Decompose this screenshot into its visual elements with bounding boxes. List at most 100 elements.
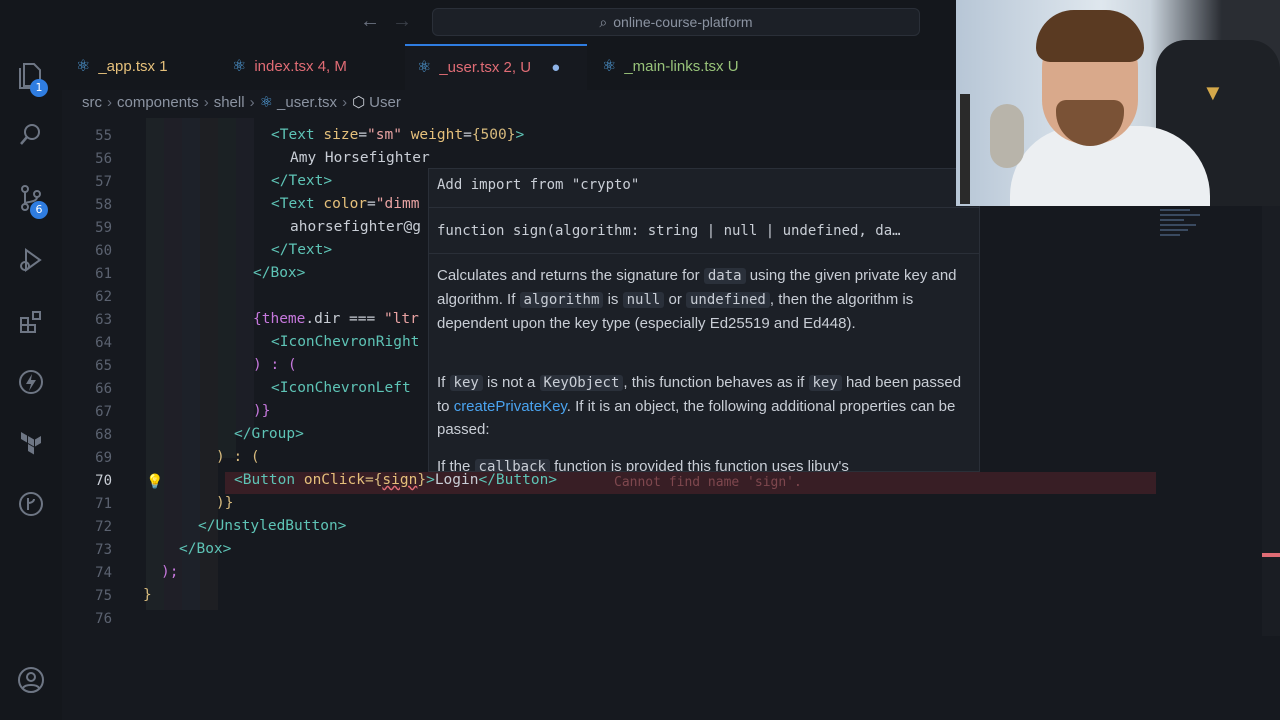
inline-error-message: Cannot find name 'sign'.	[614, 475, 802, 490]
webcam-overlay: ▼	[956, 0, 1280, 206]
line-number: 69	[95, 450, 112, 466]
code-line: </Box>	[179, 541, 232, 557]
lightning-icon[interactable]	[15, 366, 47, 398]
line-number: 74	[95, 565, 112, 581]
code-line: </Text>	[271, 173, 333, 189]
divider	[429, 253, 979, 254]
minimap[interactable]	[1160, 206, 1216, 256]
line-number: 73	[95, 542, 112, 558]
hover-tooltip: Add import from "crypto" function sign(a…	[428, 168, 980, 472]
tab-app[interactable]: ⚛ _app.tsx 1	[64, 44, 204, 90]
forward-arrow-icon[interactable]: →	[392, 10, 424, 32]
line-number: 58	[95, 197, 112, 213]
explorer-badge: 1	[30, 79, 48, 97]
vertical-scrollbar[interactable]	[1262, 206, 1280, 636]
indent-band	[146, 118, 164, 610]
divider	[429, 207, 979, 208]
microphone-icon	[990, 104, 1024, 168]
chevron-right-icon: ›	[249, 94, 255, 111]
lightbulb-icon[interactable]: 💡	[146, 473, 163, 490]
unsaved-dot-icon[interactable]: ●	[551, 59, 560, 76]
code-line: );	[161, 564, 179, 580]
line-number: 56	[95, 151, 112, 167]
code-line: <IconChevronLeft	[271, 380, 411, 396]
react-icon: ⚛	[602, 58, 617, 75]
line-number: 62	[95, 289, 112, 305]
back-arrow-icon[interactable]: ←	[360, 10, 392, 32]
function-signature: function sign(algorithm: string | null |…	[437, 223, 901, 239]
code-line: Amy Horsefighter	[290, 150, 430, 166]
symbol-class-icon: ⬡	[352, 94, 366, 111]
indent-band	[236, 118, 254, 436]
code-line: </Box>	[253, 265, 306, 281]
search-text: online-course-platform	[613, 14, 753, 30]
indent-band	[218, 118, 236, 458]
chevron-right-icon: ›	[203, 94, 209, 111]
terraform-icon[interactable]	[15, 426, 47, 458]
editor-tabs: ⚛ _app.tsx 1 ⚛ index.tsx 4, M ⚛ _user.tsx 2…	[62, 44, 956, 90]
chair-logo-icon: ▼	[1202, 80, 1224, 105]
doc-paragraph: If key is not a KeyObject, this function…	[437, 374, 962, 438]
code-line-current[interactable]: <Button onClick={sign}>Login</Button>	[234, 472, 557, 488]
code-line: ) : (	[253, 357, 297, 373]
scrollbar-error-marker	[1262, 553, 1280, 557]
code-line: <Text size="sm" weight={500}>	[271, 127, 525, 143]
breadcrumb: src › components › shell › ⚛ _user.tsx › ⬡ User	[82, 94, 401, 111]
person-hair	[1036, 10, 1144, 62]
account-icon[interactable]	[15, 664, 47, 696]
line-number: 59	[95, 220, 112, 236]
extensions-icon[interactable]	[15, 306, 47, 338]
line-number: 75	[95, 588, 112, 604]
react-icon: ⚛	[76, 58, 91, 75]
line-number: 66	[95, 381, 112, 397]
code-line: <IconChevronRight	[271, 334, 420, 350]
line-number: 67	[95, 404, 112, 420]
code-line: <Text color="dimm	[271, 196, 420, 212]
code-line: {theme.dir === "ltr	[253, 311, 419, 327]
code-line: </UnstyledButton>	[198, 518, 347, 534]
line-number: 55	[95, 128, 112, 144]
react-icon: ⚛	[417, 59, 432, 76]
line-number: 70	[95, 473, 112, 489]
command-center-search[interactable]: ⌕ online-course-platform	[432, 8, 920, 36]
search-icon: ⌕	[599, 14, 608, 30]
code-line: )}	[253, 403, 271, 419]
tab-main-links[interactable]: ⚛ _main-links.tsx U	[590, 44, 790, 90]
code-line: </Text>	[271, 242, 333, 258]
code-line: </Group>	[234, 426, 304, 442]
code-line: ahorsefighter@g	[290, 219, 421, 235]
indent-band	[200, 118, 218, 610]
tab-user[interactable]: ⚛ _user.tsx 2, U ●	[405, 44, 587, 90]
doc-paragraph: Calculates and returns the signature for…	[437, 267, 957, 332]
nav-arrows: ←→	[360, 10, 424, 33]
line-number: 57	[95, 174, 112, 190]
run-debug-icon[interactable]	[15, 244, 47, 276]
line-number: 71	[95, 496, 112, 512]
git-graph-icon[interactable]	[15, 488, 47, 520]
indent-band	[164, 118, 182, 610]
line-number: 76	[95, 611, 112, 627]
line-number: 68	[95, 427, 112, 443]
mic-arm	[960, 94, 970, 204]
doc-paragraph: If the callback function is provided thi…	[437, 455, 967, 471]
line-number: 63	[95, 312, 112, 328]
code-line: )}	[216, 495, 234, 511]
line-number: 72	[95, 519, 112, 535]
code-line: ) : (	[216, 449, 260, 465]
create-private-key-link[interactable]: createPrivateKey	[454, 398, 567, 415]
line-number: 61	[95, 266, 112, 282]
activity-bar: 1 6	[0, 44, 62, 720]
indent-band	[182, 118, 200, 610]
react-icon: ⚛	[232, 58, 247, 75]
line-number: 64	[95, 335, 112, 351]
tab-index[interactable]: ⚛ index.tsx 4, M	[220, 44, 400, 90]
line-number: 60	[95, 243, 112, 259]
line-number: 65	[95, 358, 112, 374]
source-control-badge: 6	[30, 201, 48, 219]
react-icon: ⚛	[259, 94, 274, 111]
chevron-right-icon: ›	[107, 94, 112, 111]
chevron-right-icon: ›	[342, 94, 348, 111]
quick-fix-action[interactable]: Add import from "crypto"	[437, 177, 639, 193]
search-view-icon[interactable]	[15, 118, 47, 150]
code-line: }	[143, 587, 152, 603]
